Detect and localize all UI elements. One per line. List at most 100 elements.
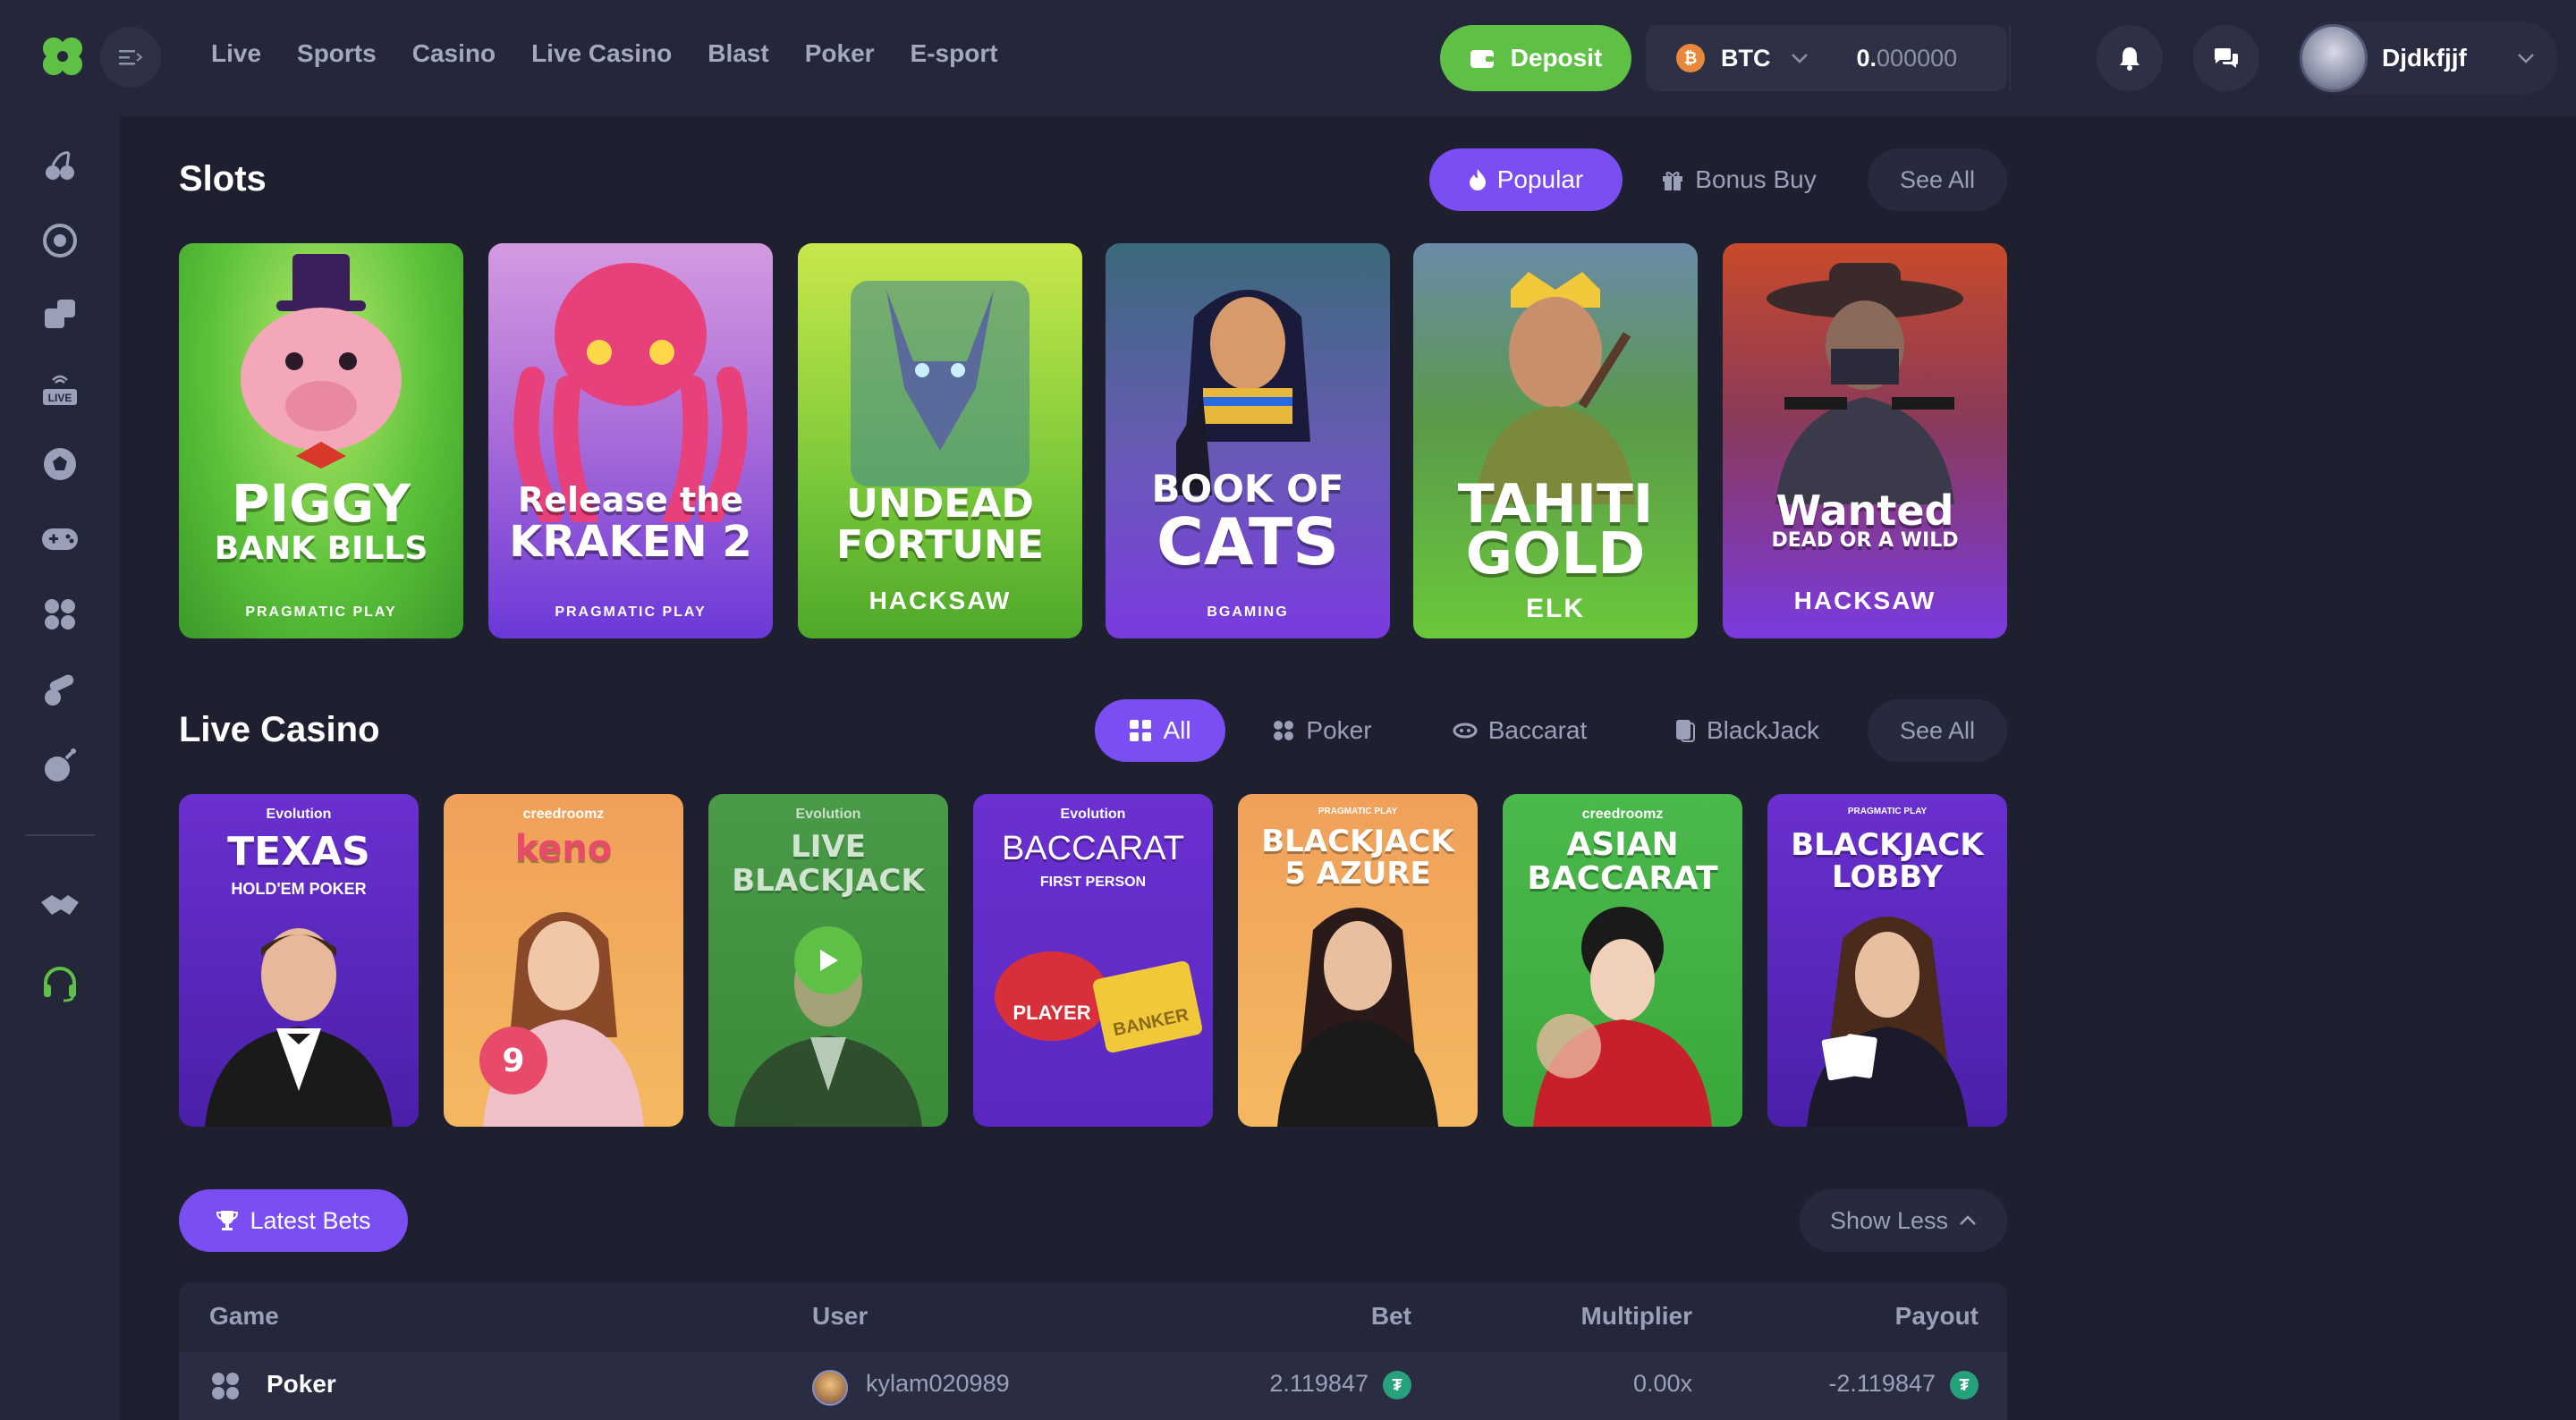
play-icon [820, 950, 838, 971]
live-icon[interactable]: LIVE [36, 367, 84, 415]
slot-card-tahiti-gold[interactable]: TAHITI GOLD ELK [1413, 243, 1698, 638]
slot-title-line2: KRAKEN 2 [509, 517, 752, 567]
notifications-button[interactable] [2097, 25, 2163, 91]
row-game: Poker [267, 1370, 336, 1398]
sports-ball-icon[interactable] [36, 216, 84, 265]
tab-poker[interactable]: Poker [1252, 699, 1392, 762]
headset-support-icon[interactable] [36, 959, 84, 1007]
bomb-icon[interactable] [36, 740, 84, 789]
live-title-line1: BLACKJACK [1261, 824, 1454, 859]
row-user[interactable]: kylam020989 [866, 1370, 1010, 1398]
slots-title: Slots [179, 159, 267, 199]
sidebar-toggle-button[interactable] [100, 27, 161, 88]
flame-icon [1469, 169, 1486, 190]
header-divider [2009, 25, 2011, 91]
live-card-keno[interactable]: creedroomz keno 9 [444, 794, 683, 1127]
avatar[interactable] [2300, 24, 2368, 92]
wallet-selector[interactable]: ₿ BTC 0.000000 [1646, 25, 2007, 91]
trophy-icon [216, 1211, 239, 1230]
tab-all-label: All [1163, 716, 1191, 744]
live-card-live-blackjack[interactable]: Evolution LIVE BLACKJACK [708, 794, 948, 1127]
live-card-blackjack-5-azure[interactable]: PRAGMATIC PLAY BLACKJACK 5 AZURE [1238, 794, 1478, 1127]
live-card-texas-holdem[interactable]: Evolution TEXAS HOLD'EM POKER [179, 794, 419, 1127]
slots-see-all-button[interactable]: See All [1868, 148, 2007, 211]
live-title-line1: ASIAN [1566, 826, 1679, 863]
dealer-man-icon [205, 928, 393, 1127]
live-provider: Evolution [1060, 807, 1126, 822]
nav-live-casino[interactable]: Live Casino [531, 39, 672, 68]
slot-card-release-the-kraken-2[interactable]: Release the KRAKEN 2 PRAGMATIC PLAY [488, 243, 773, 638]
slot-card-book-of-cats[interactable]: BOOK OF CATS BGAMING [1106, 243, 1390, 638]
jackal-character-icon [851, 281, 1030, 486]
tab-all[interactable]: All [1095, 699, 1225, 762]
live-provider: Evolution [795, 807, 861, 822]
nav-live[interactable]: Live [211, 39, 261, 68]
user-menu[interactable]: Djdkfjjf [2297, 21, 2558, 95]
latest-bets-label: Latest Bets [250, 1206, 371, 1234]
player-chip: PLAYER [995, 951, 1109, 1041]
slot-card-undead-fortune[interactable]: UNDEAD FORTUNE HACKSAW [798, 243, 1082, 638]
nav-blast[interactable]: Blast [708, 39, 768, 68]
slot-title-line2: FORTUNE [836, 522, 1044, 568]
pig-character-icon [241, 254, 402, 469]
tab-bonus-buy[interactable]: Bonus Buy [1649, 148, 1828, 211]
slot-title-line1: Wanted [1775, 486, 1954, 535]
slot-title-line2: CATS [1157, 504, 1339, 579]
currency-label: BTC [1721, 44, 1771, 72]
dice-icon[interactable] [36, 291, 84, 339]
row-bet: 2.119847 ₮ [1269, 1370, 1411, 1399]
slot-card-wanted-dead-or-a-wild[interactable]: Wanted DEAD OR A WILD HACKSAW [1723, 243, 2007, 638]
show-less-label: Show Less [1829, 1206, 1949, 1234]
live-title-line2: FIRST PERSON [1039, 875, 1147, 890]
tab-blackjack[interactable]: BlackJack [1653, 699, 1841, 762]
cannon-icon[interactable] [36, 665, 84, 714]
deposit-label: Deposit [1510, 44, 1603, 72]
balance-value: 0.000000 [1856, 44, 1958, 72]
col-payout: Payout [1894, 1302, 1979, 1330]
nav-sports[interactable]: Sports [297, 39, 377, 68]
nav-casino[interactable]: Casino [412, 39, 496, 68]
live-title-line1: TEXAS [227, 829, 370, 875]
tab-popular[interactable]: Popular [1429, 148, 1623, 211]
live-provider: PRAGMATIC PLAY [1847, 807, 1928, 816]
tab-baccarat[interactable]: Baccarat [1426, 699, 1614, 762]
chevron-down-icon[interactable] [2517, 53, 2535, 63]
live-provider: Evolution [266, 807, 332, 822]
clover-logo-icon[interactable] [39, 34, 86, 80]
latest-bets-table: Game User Bet Multiplier Payout Poker ky… [179, 1282, 2007, 1420]
live-card-asian-baccarat[interactable]: creedroomz ASIAN BACCARAT [1503, 794, 1742, 1127]
slot-title-line1: Release the [517, 480, 744, 520]
table-row[interactable]: Poker kylam020989 2.119847 ₮ 0.00x -2.119… [179, 1352, 2007, 1420]
slot-card-piggy-bank-bills[interactable]: PIGGY BANK BILLS PRAGMATIC PLAY [179, 243, 463, 638]
live-card-blackjack-lobby[interactable]: PRAGMATIC PLAY BLACKJACK LOBBY [1767, 794, 2007, 1127]
gamepad-icon[interactable] [36, 515, 84, 563]
poker-suits-icon [212, 1373, 239, 1399]
live-card-baccarat-first-person[interactable]: Evolution BACCARAT FIRST PERSON PLAYER B… [973, 794, 1213, 1127]
soccer-icon[interactable] [36, 440, 84, 488]
latest-bets-button[interactable]: Latest Bets [179, 1189, 408, 1252]
chevron-down-icon[interactable] [1791, 53, 1809, 63]
play-button[interactable] [794, 926, 862, 994]
warrior-character-icon [1475, 272, 1636, 504]
wallet-icon [1470, 50, 1494, 68]
handshake-icon[interactable] [36, 882, 84, 930]
live-title-line2: HOLD'EM POKER [231, 880, 367, 898]
show-less-button[interactable]: Show Less [1800, 1189, 2007, 1252]
live-see-all-button[interactable]: See All [1868, 699, 2007, 762]
tab-popular-label: Popular [1496, 165, 1584, 193]
row-multiplier: 0.00x [1632, 1370, 1692, 1397]
nav-esport[interactable]: E-sport [911, 39, 998, 68]
chat-button[interactable] [2193, 25, 2259, 91]
nav-poker[interactable]: Poker [805, 39, 875, 68]
live-provider: creedroomz [522, 807, 605, 822]
cherries-icon[interactable] [36, 141, 84, 190]
sidebar: LIVE [0, 0, 120, 1420]
deposit-button[interactable]: Deposit [1440, 25, 1631, 91]
cards-suits-icon[interactable] [36, 590, 84, 638]
live-title-line2: BACCARAT [1527, 860, 1718, 897]
svg-text:LIVE: LIVE [48, 392, 72, 404]
baccarat-icon [1453, 723, 1478, 739]
slot-title-line2: BANK BILLS [214, 530, 428, 567]
live-title-line1: BACCARAT [1001, 830, 1185, 867]
live-title-line2: LOBBY [1832, 859, 1943, 895]
